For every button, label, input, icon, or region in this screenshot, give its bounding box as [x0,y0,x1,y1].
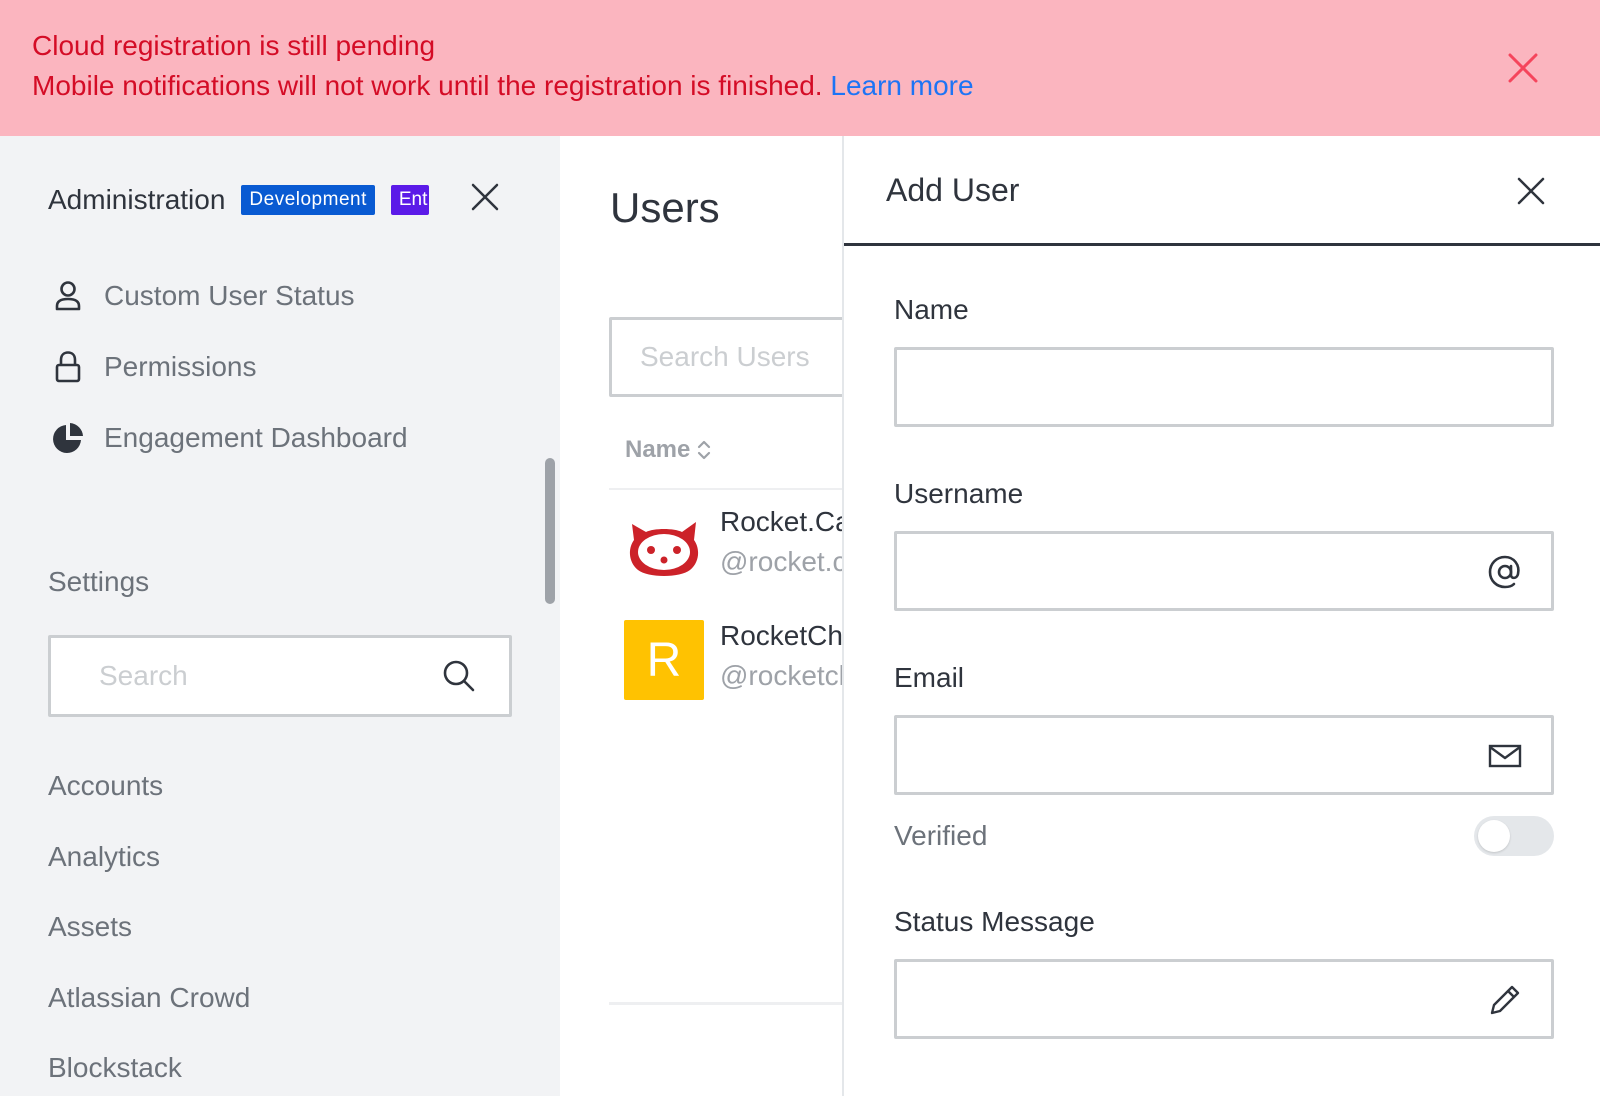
users-search-field[interactable] [609,317,844,397]
search-icon [443,660,475,692]
development-badge: Development [241,185,375,215]
settings-search-field[interactable] [48,635,512,717]
user-username: @rocketchat [720,660,844,691]
banner-message-text: Mobile notifications will not work until… [32,70,823,101]
settings-item-accounts[interactable]: Accounts [48,770,163,802]
email-field[interactable] [894,715,1554,795]
settings-search-input[interactable] [99,638,419,714]
status-message-input[interactable] [913,962,1473,1036]
at-sign-icon [1485,552,1525,592]
user-icon [48,276,88,316]
user-name: Rocket.Cat [720,506,844,537]
panel-header: Add User [844,136,1600,246]
table-row[interactable]: Rocket.Cat @rocket.cat [624,506,844,586]
table-row[interactable]: R RocketChat @rocketchat [624,620,844,700]
email-label: Email [894,662,965,693]
enterprise-badge: Ent [390,185,429,215]
avatar-letter: R [646,633,682,687]
add-user-panel: Add User Name Username Email Verified St… [842,136,1600,1096]
username-label: Username [894,478,1024,509]
status-message-field[interactable] [894,959,1554,1039]
user-username: @rocket.cat [720,546,844,577]
sidebar-item-label: Custom User Status [104,280,355,311]
sort-icon [698,440,711,460]
status-message-label: Status Message [894,906,1095,937]
column-header-label: Name [625,436,691,463]
lock-icon [48,347,88,387]
verified-toggle[interactable] [1474,816,1554,856]
users-search-input[interactable] [640,320,844,394]
sidebar-item-permissions[interactable]: Permissions [48,347,256,387]
close-icon[interactable] [1516,176,1546,206]
page-title: Users [610,184,720,231]
letter-avatar: R [624,620,704,700]
settings-item-assets[interactable]: Assets [48,911,132,943]
sidebar-item-custom-user-status[interactable]: Custom User Status [48,276,355,316]
admin-sidebar: Administration Development Ent Custom Us… [0,136,560,1096]
banner-message: Mobile notifications will not work until… [32,70,974,102]
username-field[interactable] [894,531,1554,611]
email-input[interactable] [913,718,1473,792]
table-bottom-divider [609,1002,844,1005]
sidebar-item-label: Permissions [104,351,257,382]
sidebar-title: Administration [48,184,226,215]
banner-title: Cloud registration is still pending [32,30,436,61]
settings-heading: Settings [48,566,150,597]
rocket-cat-avatar [624,506,704,586]
sidebar-item-engagement-dashboard[interactable]: Engagement Dashboard [48,418,408,458]
settings-item-analytics[interactable]: Analytics [48,841,160,873]
pencil-icon [1485,980,1525,1020]
name-input[interactable] [913,350,1473,424]
panel-title: Add User [886,172,1020,208]
verified-label: Verified [894,820,988,851]
table-header-divider [609,488,844,490]
users-page: Users Name Rocket.Cat @rocket.cat R Rock… [560,136,844,1096]
close-icon[interactable] [1504,49,1542,87]
toggle-knob [1478,820,1510,852]
sidebar-scrollbar[interactable] [545,458,555,604]
user-name: RocketChat [720,620,844,651]
column-header-name[interactable]: Name [625,436,712,464]
mail-icon [1485,736,1525,776]
name-field[interactable] [894,347,1554,427]
sidebar-header: Administration Development Ent [48,180,429,220]
settings-item-atlassian-crowd[interactable]: Atlassian Crowd [48,982,250,1014]
cloud-registration-banner: Cloud registration is still pending Mobi… [0,0,1600,136]
pie-chart-icon [48,418,88,458]
sidebar-close-icon[interactable] [470,182,500,212]
settings-item-blockstack[interactable]: Blockstack [48,1052,182,1084]
sidebar-item-label: Engagement Dashboard [104,422,408,453]
learn-more-link[interactable]: Learn more [830,70,973,101]
name-label: Name [894,294,969,325]
username-input[interactable] [913,534,1473,608]
